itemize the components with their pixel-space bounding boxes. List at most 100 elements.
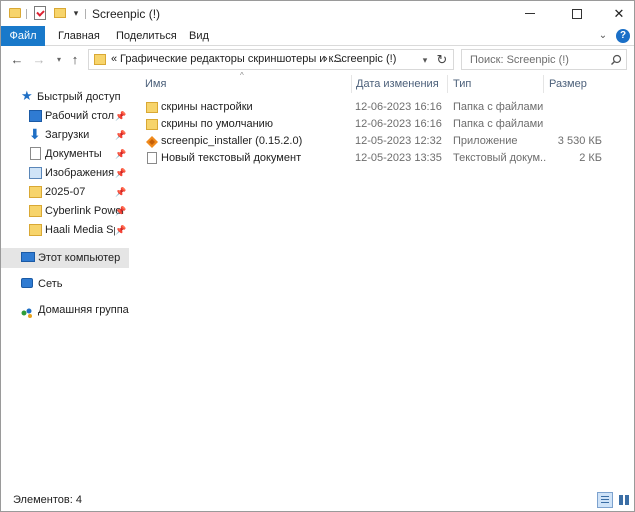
file-date: 12-06-2023 16:16: [355, 101, 442, 113]
divider: [26, 9, 27, 19]
large-icons-view-icon[interactable]: [616, 492, 632, 508]
details-view-icon[interactable]: [597, 492, 613, 508]
star-icon: ★: [21, 88, 33, 103]
ribbon-tabs: Файл Главная Поделиться Вид ⌄ ?: [1, 26, 634, 46]
desktop-icon: [29, 110, 42, 122]
file-type: Папка с файлами: [453, 118, 544, 130]
table-row[interactable]: скрины настройки 12-06-2023 16:16 Папка …: [140, 99, 620, 116]
file-type: Папка с файлами: [453, 101, 544, 113]
tab-file[interactable]: Файл: [1, 26, 45, 46]
table-row[interactable]: скрины по умолчанию 12-06-2023 16:16 Пап…: [140, 116, 620, 133]
file-list: ^ Имя Дата изменения Тип Размер скрины н…: [132, 71, 634, 487]
sidebar-item-documents[interactable]: Документы 📌: [1, 144, 129, 164]
pin-icon[interactable]: 📌: [115, 163, 126, 183]
file-size: 2 КБ: [579, 152, 602, 164]
table-row[interactable]: Новый текстовый документ 12-05-2023 13:3…: [140, 150, 620, 167]
file-size: 3 530 КБ: [557, 135, 602, 147]
folder-icon: [29, 205, 42, 217]
tab-view[interactable]: Вид: [189, 26, 209, 46]
folder-icon: [29, 186, 42, 198]
pin-icon[interactable]: 📌: [115, 220, 126, 240]
refresh-icon[interactable]: ↻: [435, 52, 449, 68]
column-type[interactable]: Тип: [453, 73, 543, 95]
column-size[interactable]: Размер: [549, 73, 629, 95]
new-folder-icon[interactable]: [54, 8, 66, 18]
breadcrumb-separator[interactable]: ›: [324, 53, 328, 65]
file-name: скрины по умолчанию: [161, 118, 274, 130]
navigation-pane: ★ Быстрый доступ Рабочий стол 📌 ⬇ Загруз…: [1, 79, 129, 487]
column-divider[interactable]: [543, 75, 544, 93]
window-title: Screenpic (!): [92, 7, 161, 21]
address-dropdown-icon[interactable]: ▾: [419, 53, 431, 67]
pin-icon[interactable]: 📌: [115, 125, 126, 145]
sidebar-item-label: Этот компьютер: [38, 252, 121, 264]
sidebar-item-label: Документы: [45, 148, 102, 160]
arrow-left-icon: ←: [10, 52, 24, 67]
sidebar-item-desktop[interactable]: Рабочий стол 📌: [1, 106, 129, 126]
sidebar-item-cyberlink[interactable]: Cyberlink Power 📌: [1, 201, 129, 221]
column-divider[interactable]: [447, 75, 448, 93]
help-icon[interactable]: ?: [616, 29, 630, 43]
network-icon: [21, 278, 33, 288]
navigation-row: ← → ▾ ↑ « Графические редакторы скриншот…: [1, 47, 634, 73]
tab-share[interactable]: Поделиться: [116, 26, 177, 46]
computer-icon: [21, 252, 35, 262]
column-name[interactable]: Имя: [145, 73, 345, 95]
sidebar-item-haali[interactable]: Haali Media Split 📌: [1, 220, 129, 240]
breadcrumb-current[interactable]: Screenpic (!): [334, 53, 396, 65]
download-icon: ⬇: [29, 126, 41, 142]
forward-button[interactable]: →: [31, 51, 47, 69]
file-date: 12-06-2023 16:16: [355, 118, 442, 130]
pin-icon[interactable]: 📌: [115, 201, 126, 221]
sidebar-item-homegroup[interactable]: Домашняя группа: [1, 300, 129, 320]
file-name: screenpic_installer (0.15.2.0): [161, 135, 303, 147]
file-date: 12-05-2023 13:35: [355, 152, 442, 164]
sidebar-item-label: Сеть: [38, 278, 63, 290]
address-bar[interactable]: « Графические редакторы скриншотеры и к.…: [88, 49, 454, 70]
customize-quick-access-icon[interactable]: ▾: [71, 7, 81, 19]
sidebar-item-quick-access[interactable]: ★ Быстрый доступ: [1, 87, 129, 107]
sidebar-item-this-pc[interactable]: Этот компьютер: [1, 248, 129, 268]
maximize-button[interactable]: [562, 1, 592, 26]
chevron-down-icon: ▾: [56, 55, 61, 64]
address-overflow[interactable]: «: [111, 53, 117, 65]
minimize-button[interactable]: [515, 1, 545, 26]
sidebar-item-label: Рабочий стол: [45, 110, 115, 122]
sidebar-item-network[interactable]: Сеть: [1, 274, 129, 294]
folder-icon: [146, 102, 158, 113]
search-icon: [611, 54, 622, 65]
expand-ribbon-icon[interactable]: ⌄: [597, 30, 609, 42]
text-file-icon: [147, 152, 157, 164]
sidebar-item-label: Haali Media Split: [45, 224, 115, 236]
tab-home[interactable]: Главная: [58, 26, 100, 46]
breadcrumb-parent[interactable]: Графические редакторы скриншотеры и к...: [120, 53, 342, 65]
sidebar-item-2025-07[interactable]: 2025-07 📌: [1, 182, 129, 202]
close-icon: ✕: [613, 5, 625, 21]
column-divider[interactable]: [351, 75, 352, 93]
file-name: Новый текстовый документ: [161, 152, 302, 164]
sidebar-item-label: Cyberlink Power: [45, 205, 126, 217]
homegroup-icon: [21, 305, 33, 318]
file-name: скрины настройки: [161, 101, 253, 113]
folder-icon: [94, 54, 106, 65]
sidebar-item-pictures[interactable]: Изображения 📌: [1, 163, 129, 183]
close-button[interactable]: ✕: [604, 1, 634, 26]
installer-icon: [146, 136, 158, 148]
table-row[interactable]: screenpic_installer (0.15.2.0) 12-05-202…: [140, 133, 620, 150]
status-bar: Элементов: 4: [1, 489, 634, 511]
pin-icon[interactable]: 📌: [115, 106, 126, 126]
pin-icon[interactable]: 📌: [115, 144, 126, 164]
item-count: Элементов: 4: [13, 494, 82, 506]
back-button[interactable]: ←: [9, 51, 25, 69]
folder-icon[interactable]: [9, 8, 21, 18]
pin-icon[interactable]: 📌: [115, 182, 126, 202]
properties-icon[interactable]: [34, 6, 46, 20]
sidebar-item-label: 2025-07: [45, 186, 86, 198]
column-date-modified[interactable]: Дата изменения: [356, 73, 446, 95]
sidebar-item-label: Изображения: [45, 167, 115, 179]
recent-locations-button[interactable]: ▾: [51, 51, 67, 69]
up-button[interactable]: ↑: [67, 51, 83, 69]
sidebar-item-downloads[interactable]: ⬇ Загрузки 📌: [1, 125, 129, 145]
file-type: Приложение: [453, 135, 518, 147]
search-input[interactable]: Поиск: Screenpic (!): [461, 49, 627, 70]
